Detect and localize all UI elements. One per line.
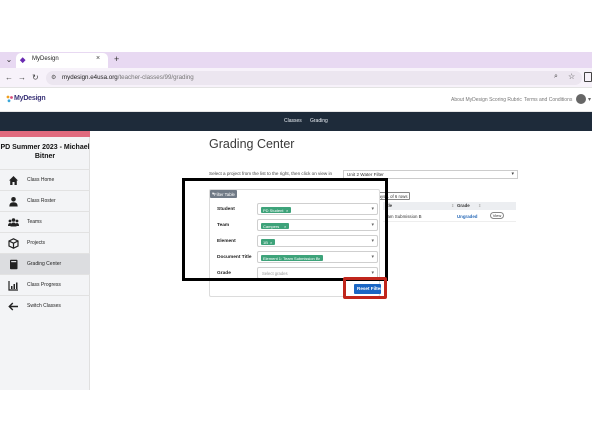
rubric-link[interactable]: About MyDesign Scoring Rubric <box>451 97 522 103</box>
side-panel-icon[interactable] <box>584 72 592 82</box>
course-title: PD Summer 2023 - Michael Bitner <box>0 144 90 160</box>
reload-icon[interactable]: ↻ <box>32 72 39 84</box>
chart-icon <box>8 281 18 291</box>
new-tab-button[interactable]: + <box>114 54 119 65</box>
zoom-icon[interactable]: ⌕ <box>554 73 558 81</box>
address-bar[interactable]: ⚙ mydesign.e4usa.org/teacher-classes/99/… <box>46 71 582 85</box>
cube-icon <box>8 238 19 249</box>
logo-text[interactable]: MyDesign <box>14 95 46 102</box>
forward-icon[interactable]: → <box>18 72 26 84</box>
sort-icon[interactable]: ⇕ <box>451 203 454 208</box>
logo-icon <box>6 95 13 103</box>
app-header: MyDesign About MyDesign Scoring Rubric T… <box>0 88 592 112</box>
results-table: tle Grade ⇕ ⇕ eam Submission B Ungraded … <box>383 202 516 222</box>
sidebar-item-class-home[interactable]: Class Home <box>0 169 90 190</box>
sidebar-item-label: Switch Classes <box>27 303 61 309</box>
sidebar-item-grading-center[interactable]: Grading Center <box>0 253 90 274</box>
back-icon[interactable]: ← <box>5 72 13 84</box>
favicon-icon: ◆ <box>20 57 26 64</box>
sidebar: PD Summer 2023 - Michael Bitner Class Ho… <box>0 131 90 390</box>
sidebar-item-label: Projects <box>27 240 46 246</box>
sidebar-item-label: Class Home <box>27 177 55 183</box>
chevron-down-icon[interactable]: ▾ <box>588 96 591 103</box>
url-path: /teacher-classes/99/grading <box>117 74 194 81</box>
browser-tabbar: ⌄ ◆ MyDesign × + <box>0 52 592 68</box>
url-text: mydesign.e4usa.org/teacher-classes/99/gr… <box>62 74 194 81</box>
sidebar-item-switch-classes[interactable]: Switch Classes <box>0 295 90 316</box>
terms-link[interactable]: Terms and Conditions <box>524 97 572 103</box>
page-title: Grading Center <box>209 137 295 151</box>
highlight-box-filters <box>182 178 388 281</box>
view-button[interactable]: View <box>490 212 504 219</box>
user-avatar-icon[interactable] <box>576 94 586 104</box>
site-info-icon[interactable]: ⚙ <box>51 74 56 81</box>
screenshot-stage: ⌄ ◆ MyDesign × + ← → ↻ ⚙ mydesign.e4usa.… <box>0 0 592 444</box>
bookmark-star-icon[interactable]: ☆ <box>568 72 575 81</box>
sidebar-item-label: Grading Center <box>27 261 62 267</box>
sort-icon[interactable]: ⇕ <box>478 203 481 208</box>
sidebar-item-teams[interactable]: Teams <box>0 211 90 232</box>
chevron-down-icon: ▾ <box>511 171 514 177</box>
sidebar-item-class-roster[interactable]: Class Roster <box>0 190 90 211</box>
book-icon <box>10 259 18 270</box>
nav-classes[interactable]: Classes <box>284 118 302 124</box>
home-icon <box>9 176 18 185</box>
row-grade-status: Ungraded <box>457 214 478 219</box>
group-icon <box>8 218 19 227</box>
nav-grading[interactable]: Grading <box>310 118 328 124</box>
column-header-grade[interactable]: Grade <box>457 203 470 208</box>
browser-toolbar: ← → ↻ ⚙ mydesign.e4usa.org/teacher-class… <box>0 68 592 88</box>
browser-tab[interactable]: ◆ MyDesign × <box>16 53 108 68</box>
sidebar-accent-bar <box>0 131 90 137</box>
highlight-box-reset <box>343 277 387 299</box>
person-icon <box>9 197 18 207</box>
row-title: eam Submission B <box>385 214 422 219</box>
sidebar-item-projects[interactable]: Projects <box>0 232 90 253</box>
tab-title: MyDesign <box>32 56 59 62</box>
sidebar-item-label: Class Roster <box>27 198 56 204</box>
project-select-value: Unit 2 Water Filter <box>347 172 384 177</box>
sidebar-item-label: Teams <box>27 219 42 225</box>
tab-search-icon[interactable]: ⌄ <box>3 54 15 66</box>
sidebar-item-label: Class Progress <box>27 282 61 288</box>
table-row: eam Submission B Ungraded View <box>383 210 516 222</box>
top-nav: Classes Grading <box>0 112 592 131</box>
arrow-left-icon <box>8 302 18 311</box>
results-header: tle Grade ⇕ ⇕ <box>383 202 516 210</box>
tab-close-icon[interactable]: × <box>96 55 100 62</box>
url-host: mydesign.e4usa.org <box>62 74 118 81</box>
instructions-text: Select a project from the list to the ri… <box>209 171 333 176</box>
sidebar-item-class-progress[interactable]: Class Progress <box>0 274 90 295</box>
